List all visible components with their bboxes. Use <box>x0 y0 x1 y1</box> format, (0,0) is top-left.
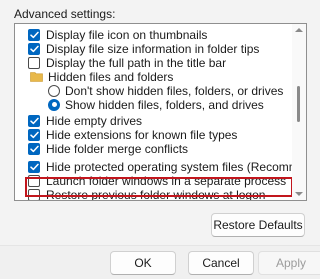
checkbox-unchecked-icon[interactable] <box>28 188 40 200</box>
tree-item[interactable]: Launch folder windows in a separate proc… <box>15 173 291 188</box>
tree-item[interactable]: Don't show hidden files, folders, or dri… <box>15 83 291 98</box>
tree-item[interactable]: Hide folder merge conflicts <box>15 141 291 156</box>
tree-item[interactable]: Display the full path in the title bar <box>15 55 291 70</box>
folder-icon <box>30 72 43 82</box>
tree-item[interactable]: Hide empty drives <box>15 113 291 128</box>
tree-item-label: Hide protected operating system files (R… <box>46 159 306 174</box>
scroll-down-icon[interactable] <box>295 192 303 196</box>
tree-item-label: Display file icon on thumbnails <box>46 27 208 42</box>
tree-item[interactable]: Hidden files and folders <box>15 69 291 84</box>
checkbox-unchecked-icon[interactable] <box>28 174 40 187</box>
cancel-button[interactable]: Cancel <box>188 251 254 275</box>
tree-item[interactable]: Display file size information in folder … <box>15 41 291 56</box>
tree-item-label: Hide empty drives <box>46 113 143 128</box>
tree-item[interactable]: Show hidden files, folders, and drives <box>15 97 291 112</box>
tree-item-label: Show hidden files, folders, and drives <box>65 97 264 112</box>
tree-item-label: Restore previous folder windows at logon <box>46 187 266 201</box>
tree-item-label: Launch folder windows in a separate proc… <box>46 173 287 188</box>
tree-item[interactable]: Restore previous folder windows at logon <box>15 187 291 201</box>
ok-button[interactable]: OK <box>110 251 176 275</box>
section-label: Advanced settings: <box>14 7 116 21</box>
scroll-up-icon[interactable] <box>295 28 303 32</box>
checkbox-checked-icon[interactable] <box>28 160 40 173</box>
tree-item[interactable]: Hide protected operating system files (R… <box>15 159 306 174</box>
tree-item-label: Display file size information in folder … <box>46 41 260 56</box>
scrollbar-thumb[interactable] <box>297 86 300 122</box>
vertical-scrollbar[interactable] <box>292 24 306 200</box>
advanced-settings-tree[interactable]: Display file icon on thumbnails Display f… <box>14 23 307 201</box>
tree-item-label: Hidden files and folders <box>48 69 174 84</box>
restore-defaults-button[interactable]: Restore Defaults <box>211 213 305 237</box>
checkbox-checked-icon[interactable] <box>28 128 40 141</box>
radio-unselected-icon[interactable] <box>48 84 60 97</box>
tree-item[interactable]: Hide extensions for known file types <box>15 127 291 142</box>
radio-selected-icon[interactable] <box>48 98 60 111</box>
checkbox-checked-icon[interactable] <box>28 28 40 41</box>
tree-item-label: Display the full path in the title bar <box>46 55 227 70</box>
tree-item-label: Don't show hidden files, folders, or dri… <box>65 83 284 98</box>
checkbox-checked-icon[interactable] <box>28 42 40 55</box>
apply-button[interactable]: Apply <box>258 251 320 275</box>
checkbox-checked-icon[interactable] <box>28 142 40 155</box>
checkbox-unchecked-icon[interactable] <box>28 56 40 69</box>
tree-item[interactable]: Display file icon on thumbnails <box>15 27 291 42</box>
tree-item-label: Hide folder merge conflicts <box>46 141 189 156</box>
tree-item-label: Hide extensions for known file types <box>46 127 238 142</box>
checkbox-checked-icon[interactable] <box>28 114 40 127</box>
